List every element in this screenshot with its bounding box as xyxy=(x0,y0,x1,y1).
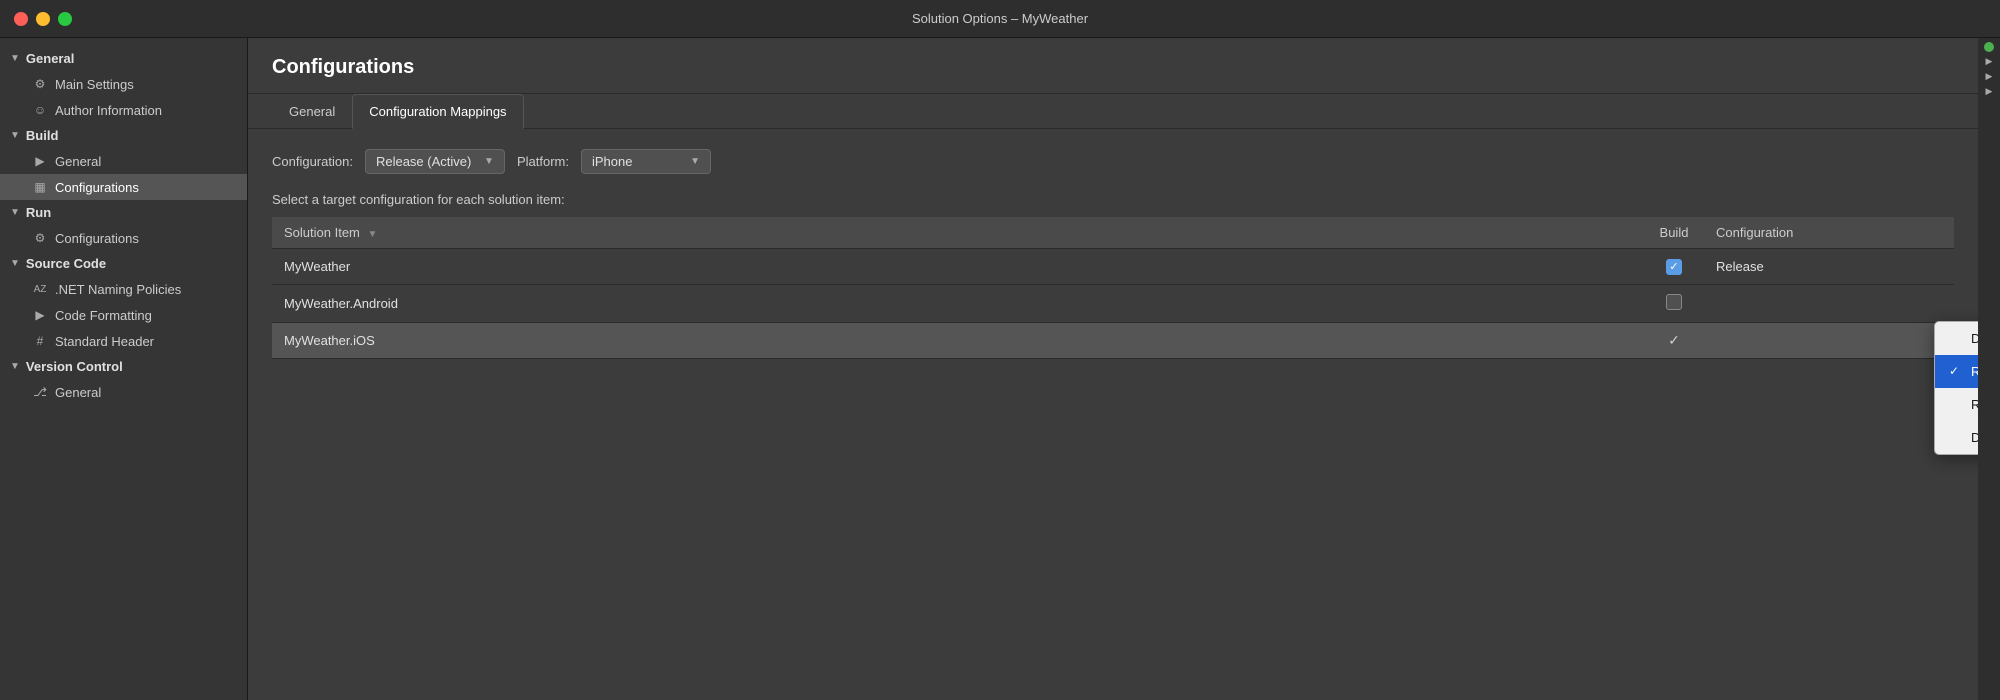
tabs-bar: General Configuration Mappings xyxy=(248,94,1978,129)
window-controls[interactable] xyxy=(14,12,72,26)
content-area: Configurations General Configuration Map… xyxy=(248,38,1978,700)
sidebar-section-version-control[interactable]: ▼ Version Control xyxy=(0,354,247,379)
configuration-cell: Release xyxy=(1704,249,1954,285)
dropdown-item-release-iphone[interactable]: ✓ Release|iPhone xyxy=(1935,355,1978,388)
checkmark-icon: ✓ xyxy=(1668,332,1680,348)
chevron-down-icon: ▼ xyxy=(10,130,20,141)
configuration-cell[interactable]: Debug|iPhoneSimulator ✓ Release|iPhone R… xyxy=(1704,322,1954,358)
sidebar-item-build-general[interactable]: ▶ General xyxy=(0,148,247,174)
build-cell[interactable]: ✓ xyxy=(1644,322,1704,358)
text-icon: AZ xyxy=(32,281,48,297)
sidebar-item-configurations[interactable]: ▦ Configurations xyxy=(0,174,247,200)
sidebar-section-general[interactable]: ▼ General xyxy=(0,46,247,71)
main-layout: ▼ General ⚙ Main Settings ☺ Author Infor… xyxy=(0,38,2000,700)
sidebar-item-net-naming[interactable]: AZ .NET Naming Policies xyxy=(0,276,247,302)
sidebar-section-run[interactable]: ▼ Run xyxy=(0,200,247,225)
minimize-button[interactable] xyxy=(36,12,50,26)
sidebar: ▼ General ⚙ Main Settings ☺ Author Infor… xyxy=(0,38,248,700)
sidebar-section-source-code-label: Source Code xyxy=(26,256,106,271)
solution-item-cell: MyWeather.Android xyxy=(272,284,1644,322)
build-cell[interactable] xyxy=(1644,249,1704,285)
config-row: Configuration: Release (Active) ▼ Platfo… xyxy=(272,149,1954,174)
sidebar-item-run-configurations[interactable]: ⚙ Configurations xyxy=(0,225,247,251)
dropdown-item-debug-iphone[interactable]: Debug|iPhone xyxy=(1935,421,1978,454)
title-bar: Solution Options – MyWeather xyxy=(0,0,2000,38)
chevron-down-icon: ▼ xyxy=(10,361,20,372)
configuration-value: Release xyxy=(1716,259,1764,274)
dropdown-item-debug-iphone-sim[interactable]: Debug|iPhoneSimulator xyxy=(1935,322,1978,355)
dropdown-item-release-iphone-sim[interactable]: Release|iPhoneSimulator xyxy=(1935,388,1978,421)
config-dropdown-menu[interactable]: Debug|iPhoneSimulator ✓ Release|iPhone R… xyxy=(1934,321,1978,455)
solution-item-cell: MyWeather.iOS xyxy=(272,322,1644,358)
content-body: Configuration: Release (Active) ▼ Platfo… xyxy=(248,129,1978,700)
sidebar-section-version-control-label: Version Control xyxy=(26,359,123,374)
solution-item-header: Solution Item ▼ xyxy=(272,217,1644,249)
chevron-down-icon: ▼ xyxy=(10,53,20,64)
check-icon: ✓ xyxy=(1949,364,1963,378)
maximize-button[interactable] xyxy=(58,12,72,26)
table-header-row: Solution Item ▼ Build Configuration xyxy=(272,217,1954,249)
gear-icon: ⚙ xyxy=(32,230,48,246)
grid-icon: ▦ xyxy=(32,179,48,195)
branch-icon: ⎇ xyxy=(32,384,48,400)
chevron-down-icon: ▼ xyxy=(690,156,700,167)
platform-dropdown[interactable]: iPhone ▼ xyxy=(581,149,711,174)
build-checkbox[interactable] xyxy=(1666,259,1682,275)
scroll-indicator xyxy=(1984,42,1994,52)
sidebar-section-run-label: Run xyxy=(26,205,51,220)
configuration-header: Configuration xyxy=(1704,217,1954,249)
platform-label: Platform: xyxy=(517,154,569,169)
scroll-arrow-right[interactable]: ▶ xyxy=(1986,86,1993,97)
hash-icon: # xyxy=(32,333,48,349)
build-checkbox[interactable] xyxy=(1666,294,1682,310)
tab-configuration-mappings[interactable]: Configuration Mappings xyxy=(352,94,523,129)
build-header: Build xyxy=(1644,217,1704,249)
content-header: Configurations xyxy=(248,38,1978,94)
configuration-label: Configuration: xyxy=(272,154,353,169)
sidebar-section-build-label: Build xyxy=(26,128,59,143)
play-icon: ▶ xyxy=(32,153,48,169)
sidebar-item-author-information[interactable]: ☺ Author Information xyxy=(0,97,247,123)
close-button[interactable] xyxy=(14,12,28,26)
sidebar-item-standard-header[interactable]: # Standard Header xyxy=(0,328,247,354)
chevron-down-icon: ▼ xyxy=(10,258,20,269)
solution-item-cell: MyWeather xyxy=(272,249,1644,285)
gear-icon: ⚙ xyxy=(32,76,48,92)
page-title: Configurations xyxy=(272,56,414,78)
configuration-dropdown[interactable]: Release (Active) ▼ xyxy=(365,149,505,174)
sidebar-item-main-settings[interactable]: ⚙ Main Settings xyxy=(0,71,247,97)
table-description: Select a target configuration for each s… xyxy=(272,192,1954,207)
table-row: MyWeather.iOS ✓ Debug|iPhoneSimulator xyxy=(272,322,1954,358)
build-cell[interactable] xyxy=(1644,284,1704,322)
sidebar-item-vc-general[interactable]: ⎇ General xyxy=(0,379,247,405)
configuration-cell xyxy=(1704,284,1954,322)
chevron-down-icon: ▼ xyxy=(10,207,20,218)
play-icon: ▶ xyxy=(32,307,48,323)
chevron-down-icon: ▼ xyxy=(484,156,494,167)
sidebar-item-code-formatting[interactable]: ▶ Code Formatting xyxy=(0,302,247,328)
sidebar-section-source-code[interactable]: ▼ Source Code xyxy=(0,251,247,276)
window-title: Solution Options – MyWeather xyxy=(912,11,1088,26)
sort-icon: ▼ xyxy=(368,229,378,240)
scroll-down-arrow[interactable]: ▶ xyxy=(1986,71,1993,82)
scroll-up-arrow[interactable]: ▶ xyxy=(1986,56,1993,67)
table-row: MyWeather Release xyxy=(272,249,1954,285)
sidebar-section-general-label: General xyxy=(26,51,74,66)
table-row: MyWeather.Android xyxy=(272,284,1954,322)
tab-general[interactable]: General xyxy=(272,94,352,129)
sidebar-section-build[interactable]: ▼ Build xyxy=(0,123,247,148)
configuration-table: Solution Item ▼ Build Configuration xyxy=(272,217,1954,359)
person-icon: ☺ xyxy=(32,102,48,118)
right-panel: ▶ ▶ ▶ xyxy=(1978,38,2000,700)
